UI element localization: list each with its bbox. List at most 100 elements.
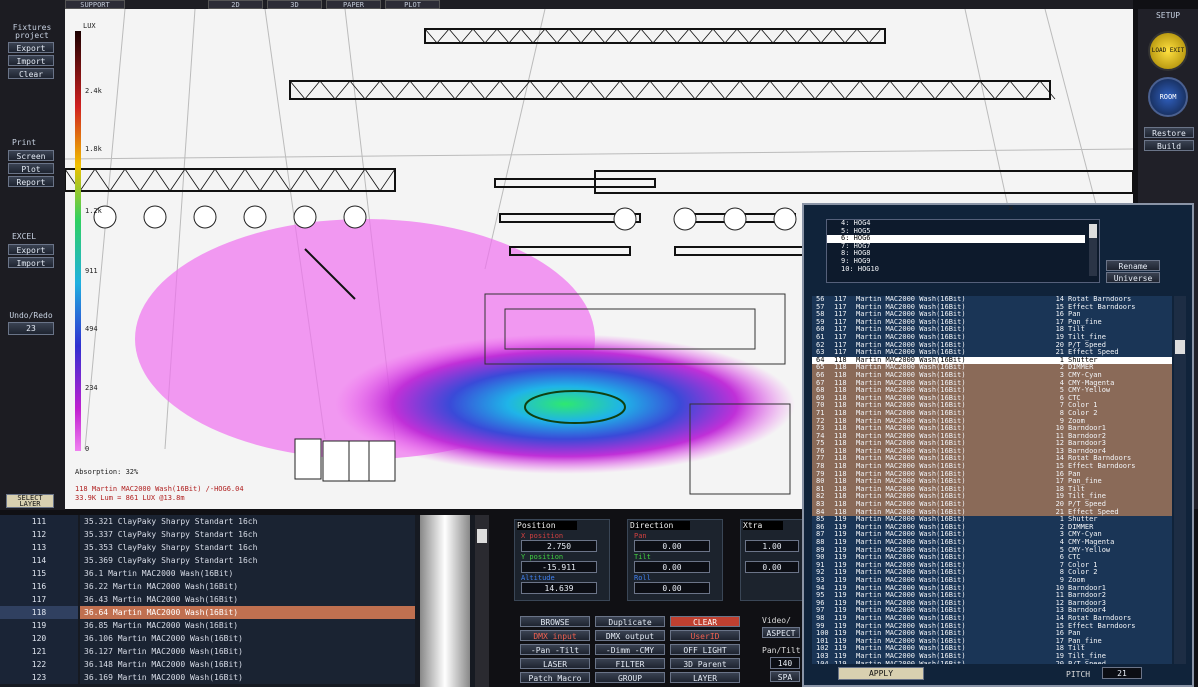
duplicate-button[interactable]: Duplicate (595, 616, 665, 627)
tab-2d[interactable]: 2D (208, 0, 263, 9)
close-icon[interactable]: × (1008, 203, 1014, 214)
channel-scrollbar-thumb[interactable] (1175, 340, 1185, 354)
fixture-info-line1: 118 Martin MAC2000 Wash(16Bit) /-HOG6.04 (75, 485, 244, 493)
list-item[interactable]: 113 35.353 ClayPaky Sharpy Standart 16ch (0, 541, 480, 554)
channel-row[interactable]: 104 119 Martin MAC2000 Wash(16Bit) 20 P/T Sp… (812, 659, 1172, 664)
hog-scrollbar-thumb[interactable] (1089, 224, 1097, 238)
fixtures-title: Fixtures project (12, 23, 52, 40)
xtra-field-2[interactable]: 0.00 (745, 561, 799, 573)
x-position-label: X position (521, 532, 564, 540)
dmx-output-button[interactable]: DMX output (595, 630, 665, 641)
tilt-label: Tilt (634, 553, 651, 561)
fixtures-import-button[interactable]: Import (8, 55, 54, 66)
altitude-field[interactable]: 14.639 (521, 582, 597, 594)
hog-scrollbar[interactable] (1089, 224, 1097, 276)
legend-tick: 2.4k (85, 87, 102, 95)
tab-paper[interactable]: PAPER (326, 0, 381, 9)
position-title: Position (517, 521, 577, 530)
undo-redo-counter[interactable]: 23 (8, 322, 54, 335)
list-item-selected[interactable]: 118 36.64 Martin MAC2000 Wash(16Bit) (0, 606, 480, 619)
pan-tilt-label: Pan/Tilt (762, 646, 801, 655)
aspect-button[interactable]: ASPECT (762, 627, 800, 638)
off-light-button[interactable]: OFF LIGHT (670, 644, 740, 655)
y-position-label: Y position (521, 553, 564, 561)
x-position-field[interactable]: 2.750 (521, 540, 597, 552)
legend-tick: 911 (85, 267, 98, 275)
list-scroll-strip[interactable] (420, 515, 470, 687)
patch-macro-button[interactable]: Patch Macro (520, 672, 590, 683)
support-tab[interactable]: SUPPORT (65, 0, 125, 9)
list-item[interactable]: 114 35.369 ClayPaky Sharpy Standart 16ch (0, 554, 480, 567)
browse-button[interactable]: BROWSE (520, 616, 590, 627)
channel-cell-c: Martin MAC2000 Wash(16Bit) (856, 659, 966, 664)
print-screen-button[interactable]: Screen (8, 150, 54, 161)
hog-item[interactable]: 10: HOG10 (827, 265, 1099, 274)
tab-3d[interactable]: 3D (267, 0, 322, 9)
legend-tick: 494 (85, 325, 98, 333)
restore-button[interactable]: Restore (1144, 127, 1194, 138)
list-scrollbar-thumb[interactable] (477, 529, 487, 543)
legend-unit: LUX (83, 22, 96, 30)
channel-cell-e: CMY-Yellow (1068, 545, 1111, 554)
position-panel: Position X position 2.750 Y position -15… (514, 519, 610, 601)
channel-cell-a: 104 (816, 659, 829, 664)
excel-title: EXCEL (11, 232, 37, 241)
3d-parent-button[interactable]: 3D Parent (670, 658, 740, 669)
excel-export-button[interactable]: Export (8, 244, 54, 255)
print-title: Print (11, 138, 37, 147)
channel-cell-e: Effect Barndoors (1068, 621, 1136, 630)
group-button[interactable]: GROUP (595, 672, 665, 683)
channel-cell-e: CMY-Yellow (1068, 386, 1111, 395)
build-button[interactable]: Build (1144, 140, 1194, 151)
universe-button[interactable]: Universe (1106, 272, 1160, 283)
userid-button[interactable]: UserID (670, 630, 740, 641)
load-exit-button[interactable]: LOAD EXIT (1148, 31, 1188, 71)
print-report-button[interactable]: Report (8, 176, 54, 187)
roll-label: Roll (634, 574, 651, 582)
list-item[interactable]: 112 35.337 ClayPaky Sharpy Standart 16ch (0, 528, 480, 541)
layer-button[interactable]: LAYER (670, 672, 740, 683)
dimm-cmy-invert-button[interactable]: -Dimm -CMY (595, 644, 665, 655)
fixtures-export-button[interactable]: Export (8, 42, 54, 53)
spa-button[interactable]: SPA (770, 671, 800, 682)
roll-field[interactable]: 0.00 (634, 582, 710, 594)
list-item[interactable]: 120 36.106 Martin MAC2000 Wash(16Bit) (0, 632, 480, 645)
legend-tick: 0 (85, 445, 90, 453)
fixture-info-line2: 33.9K Lum = 861 LUX @13.8m (75, 494, 185, 502)
pitch-field[interactable]: 21 (1102, 667, 1142, 679)
list-item[interactable]: 122 36.148 Martin MAC2000 Wash(16Bit) (0, 658, 480, 671)
pan-tilt-value[interactable]: 140 (770, 657, 800, 669)
clear-button[interactable]: CLEAR (670, 616, 740, 627)
pan-tilt-invert-button[interactable]: -Pan -Tilt (520, 644, 590, 655)
pitch-label: PITCH (1066, 670, 1091, 679)
select-layer-button[interactable]: SELECT LAYER (6, 494, 54, 508)
list-scrollbar[interactable] (475, 515, 489, 687)
excel-import-button[interactable]: Import (8, 257, 54, 268)
list-item[interactable]: 116 36.22 Martin MAC2000 Wash(16Bit) (0, 580, 480, 593)
laser-button[interactable]: LASER (520, 658, 590, 669)
undo-redo-title: Undo/Redo (9, 311, 53, 320)
list-item[interactable]: 111 35.321 ClayPaky Sharpy Standart 16ch (0, 515, 480, 528)
list-item[interactable]: 119 36.85 Martin MAC2000 Wash(16Bit) (0, 619, 480, 632)
rename-button[interactable]: Rename (1106, 260, 1160, 271)
channel-scrollbar[interactable] (1174, 296, 1186, 664)
list-item[interactable]: 117 36.43 Martin MAC2000 Wash(16Bit) (0, 593, 480, 606)
legend-tick: 234 (85, 384, 98, 392)
xtra-field-1[interactable]: 1.00 (745, 540, 799, 552)
list-item[interactable]: 123 36.169 Martin MAC2000 Wash(16Bit) (0, 671, 480, 684)
filter-button[interactable]: FILTER (595, 658, 665, 669)
pan-field[interactable]: 0.00 (634, 540, 710, 552)
fixtures-clear-button[interactable]: Clear (8, 68, 54, 79)
top-bar: SUPPORT 2D 3D PAPER PLOT (65, 0, 1133, 9)
print-plot-button[interactable]: Plot (8, 163, 54, 174)
list-item[interactable]: 121 36.127 Martin MAC2000 Wash(16Bit) (0, 645, 480, 658)
y-position-field[interactable]: -15.911 (521, 561, 597, 573)
apply-button[interactable]: APPLY (838, 667, 924, 680)
dmx-input-button[interactable]: DMX input (520, 630, 590, 641)
video-label: Video/ (762, 616, 791, 625)
tab-plot[interactable]: PLOT (385, 0, 440, 9)
patch-window: × 4: HOG4 5: HOG5 6: HOG6 7: HOG7 8: HOG… (802, 203, 1194, 687)
tilt-field[interactable]: 0.00 (634, 561, 710, 573)
room-button[interactable]: ROOM (1148, 77, 1188, 117)
list-item[interactable]: 115 36.1 Martin MAC2000 Wash(16Bit) (0, 567, 480, 580)
